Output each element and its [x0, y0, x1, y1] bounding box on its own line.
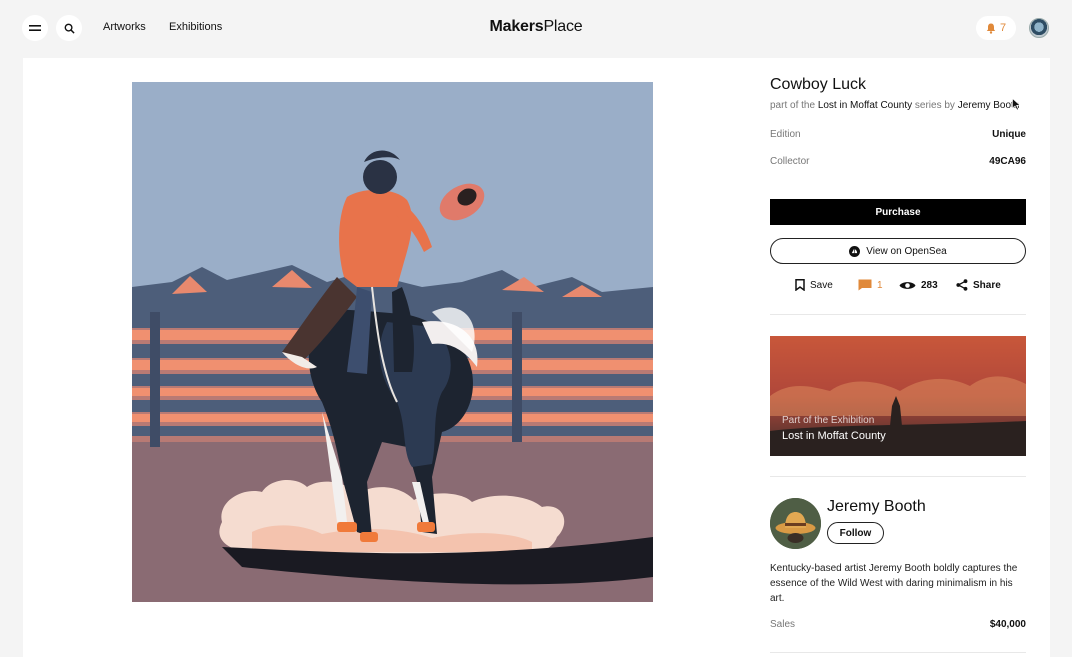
- exhibition-subtitle: Part of the Exhibition: [782, 415, 875, 426]
- divider-1: [770, 314, 1026, 315]
- logo-light: Place: [543, 18, 583, 35]
- series-link[interactable]: Lost in Moffat County: [818, 100, 912, 111]
- view-on-opensea-button[interactable]: View on OpenSea: [770, 238, 1026, 264]
- comments-count: 1: [877, 279, 883, 291]
- cowboy-hat-icon: [770, 498, 821, 549]
- save-label: Save: [810, 279, 833, 291]
- series-prefix: part of the: [770, 100, 816, 111]
- artwork-image[interactable]: [132, 82, 653, 602]
- artwork-title: Cowboy Luck: [770, 76, 867, 93]
- series-line: part of the Lost in Moffat County series…: [770, 98, 1026, 113]
- notifications-button[interactable]: 7: [976, 16, 1016, 40]
- series-mid: series by: [914, 100, 955, 111]
- edition-row: Edition Unique: [770, 129, 1026, 140]
- user-avatar[interactable]: [1029, 18, 1049, 38]
- edition-value: Unique: [992, 129, 1026, 140]
- views-count-group: 283: [899, 276, 938, 294]
- site-logo[interactable]: MakersPlace: [0, 18, 1072, 36]
- cowboy-illustration: [132, 82, 653, 602]
- views-count: 283: [921, 279, 938, 291]
- sales-row: Sales $40,000: [770, 619, 1026, 630]
- follow-button[interactable]: Follow: [827, 522, 884, 544]
- top-nav: Artworks Exhibitions MakersPlace 7: [0, 0, 1072, 58]
- share-icon: [956, 279, 968, 291]
- sales-value: $40,000: [989, 619, 1026, 630]
- artist-avatar[interactable]: [770, 498, 821, 549]
- collector-row: Collector 49CA96: [770, 156, 1026, 167]
- artist-name[interactable]: Jeremy Booth: [827, 498, 926, 516]
- share-button[interactable]: Share: [956, 276, 1001, 294]
- edition-label: Edition: [770, 129, 801, 140]
- bookmark-icon: [795, 279, 805, 291]
- exhibition-title: Lost in Moffat County: [782, 430, 886, 442]
- logo-bold: Makers: [489, 18, 544, 35]
- artist-bio: Kentucky-based artist Jeremy Booth boldl…: [770, 563, 1018, 604]
- cursor-icon: [1012, 98, 1021, 111]
- share-label: Share: [973, 279, 1001, 291]
- comments-button[interactable]: 1: [858, 276, 883, 294]
- opensea-icon: [849, 245, 861, 257]
- artist-link[interactable]: Jeremy Booth: [958, 100, 1020, 111]
- opensea-label: View on OpenSea: [866, 245, 947, 257]
- divider-2: [770, 476, 1026, 477]
- bell-icon: [986, 23, 996, 34]
- action-bar: Save 1 283 Share: [770, 276, 1026, 294]
- main-panel: Cowboy Luck part of the Lost in Moffat C…: [23, 58, 1050, 657]
- divider-3: [770, 652, 1026, 653]
- sales-label: Sales: [770, 619, 796, 630]
- eye-icon: [899, 281, 916, 289]
- exhibition-card[interactable]: Part of the Exhibition Lost in Moffat Co…: [770, 336, 1026, 456]
- comment-icon: [858, 279, 872, 291]
- artwork-info: Cowboy Luck part of the Lost in Moffat C…: [770, 76, 1026, 167]
- collector-label: Collector: [770, 156, 810, 167]
- notification-count: 7: [999, 22, 1007, 34]
- purchase-button[interactable]: Purchase: [770, 199, 1026, 225]
- collector-value[interactable]: 49CA96: [989, 156, 1026, 167]
- save-button[interactable]: Save: [795, 276, 833, 294]
